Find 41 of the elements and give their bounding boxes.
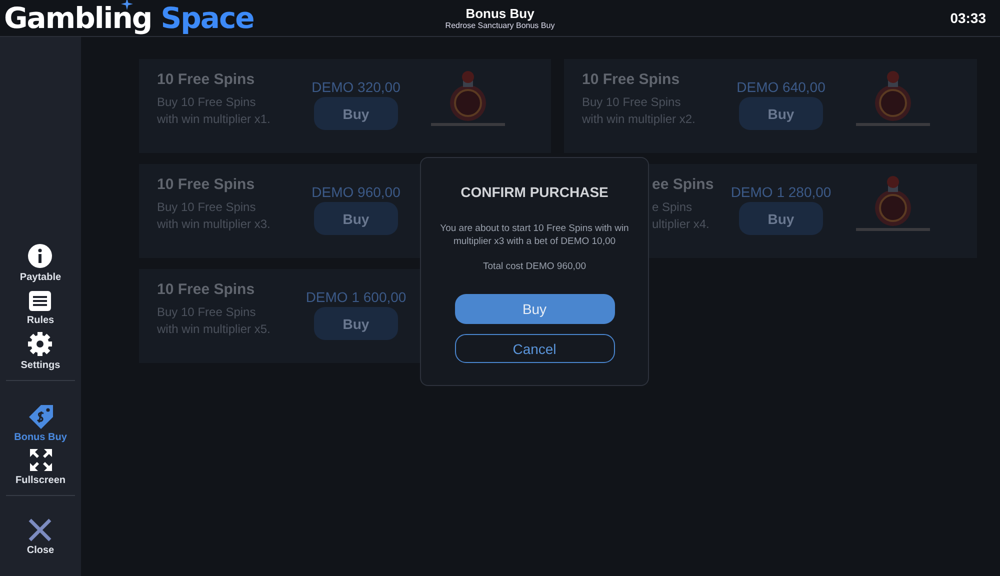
- offer-title: 10 Free Spins: [582, 71, 681, 88]
- buy-button[interactable]: Buy: [314, 202, 398, 235]
- sidebar-item[interactable]: Settings: [20, 331, 60, 371]
- sidebar-item[interactable]: Fullscreen: [15, 448, 66, 486]
- offer-description: Buy 10 Free Spins with win multiplier x5.: [157, 304, 272, 338]
- offer-price: DEMO 1 600,00: [306, 289, 406, 305]
- sidebar-item[interactable]: Close: [26, 518, 54, 556]
- cancel-button[interactable]: Cancel: [454, 334, 614, 363]
- offer-price: DEMO 1 280,00: [730, 184, 832, 200]
- confirm-buy-button[interactable]: Buy: [454, 294, 614, 324]
- offer-description: Buy 10 Free Spins with win multiplier x1.: [157, 94, 272, 128]
- offer-description: Buy 10 Free Spins with win multiplier x3.: [157, 199, 272, 233]
- total-cost: Total cost DEMO 960,00: [483, 261, 586, 272]
- info-icon: [27, 243, 54, 269]
- fullscreen-icon: [28, 448, 52, 472]
- clock: 03:33: [950, 10, 986, 26]
- page-subtitle: Redrose Sanctuary Bonus Buy: [445, 21, 555, 30]
- offer-title: ee Spins: [652, 176, 715, 193]
- buy-button[interactable]: Buy: [314, 97, 398, 130]
- dialog-title: CONFIRM PURCHASE: [460, 184, 608, 200]
- sidebar-item[interactable]: Paytable: [20, 243, 62, 283]
- offer-title: 10 Free Spins: [157, 71, 256, 88]
- buy-button[interactable]: Buy: [739, 202, 823, 235]
- sidebar-item[interactable]: Rules: [26, 288, 54, 326]
- offer-title: 10 Free Spins: [157, 281, 256, 298]
- sidebar-item[interactable]: Bonus Buy: [14, 403, 67, 443]
- buy-button[interactable]: Buy: [739, 97, 823, 130]
- logo: Gambling Space: [3, 0, 254, 36]
- offer-price: DEMO 640,00: [736, 79, 826, 95]
- offer-price: DEMO 960,00: [312, 184, 400, 200]
- page-title: Bonus Buy: [466, 6, 534, 21]
- settings-icon: [27, 331, 54, 357]
- offer-title: 10 Free Spins: [157, 176, 256, 193]
- dialog-message: You are about to start 10 Free Spins with win multiplier x3 with a bet of DEMO 10,00: [439, 222, 630, 248]
- offer-price: DEMO 320,00: [312, 79, 400, 95]
- price-tag-icon: [26, 403, 54, 429]
- notepad-icon: [28, 288, 52, 312]
- close-icon: [28, 518, 52, 542]
- buy-button[interactable]: Buy: [314, 307, 398, 340]
- offer-description: Buy 10 Free Spins with win multiplier x2.: [582, 94, 696, 128]
- offer-description: e Spins ultiplier x4.: [652, 199, 710, 233]
